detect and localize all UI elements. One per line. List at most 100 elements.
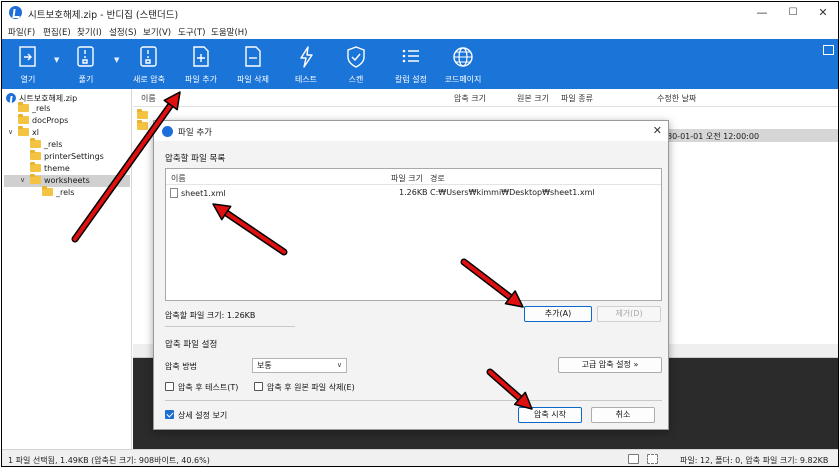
collapse-chevron-icon[interactable]: ∨ — [8, 128, 13, 136]
extract-icon — [77, 46, 94, 67]
column-path[interactable]: 경로 — [430, 173, 445, 184]
table-row[interactable]: 80-01-01 오전 12:00:00 — [664, 129, 838, 142]
open-button[interactable]: 열기 — [8, 43, 48, 87]
tree-item-root[interactable]: 시트보호해제.zip — [6, 91, 77, 103]
column-file-size[interactable]: 파일 크기 — [391, 173, 423, 184]
add-button[interactable]: 추가(A) — [524, 306, 592, 322]
cancel-button[interactable]: 취소 — [591, 407, 655, 423]
folder-icon — [30, 138, 41, 148]
extract-button[interactable]: 풀기 — [66, 43, 106, 87]
tree-item-label: _rels — [44, 140, 63, 149]
remove-button[interactable]: 제거(D) — [597, 306, 661, 322]
row-modified-date: 80-01-01 오전 12:00:00 — [667, 132, 760, 141]
archive-icon — [6, 93, 16, 103]
column-settings-icon — [402, 49, 419, 63]
menu-edit[interactable]: 편집(E) — [43, 26, 71, 38]
tree-item-xl-rels[interactable]: _rels — [30, 138, 63, 151]
column-compressed-size[interactable]: 압축 크기 — [454, 93, 486, 104]
folder-icon — [30, 174, 41, 184]
chevron-down-icon: ∨ — [336, 361, 342, 369]
extract-dropdown-chevron-icon[interactable]: ▼ — [114, 56, 119, 64]
test-after-label[interactable]: 압축 후 테스트(T) — [178, 382, 238, 393]
column-original-size[interactable]: 원본 크기 — [517, 93, 549, 104]
new-archive-icon — [140, 46, 157, 67]
column-name[interactable]: 이름 — [141, 93, 156, 104]
ribbon-collapse-icon[interactable] — [823, 45, 834, 55]
divider — [165, 400, 662, 401]
tree-item-docprops[interactable]: docProps — [18, 114, 69, 127]
folder-icon — [30, 150, 41, 160]
divider — [165, 326, 295, 327]
column-modified-date[interactable]: 수정한 날짜 — [657, 93, 696, 104]
column-settings-label: 칼럼 설정 — [395, 75, 427, 84]
close-button[interactable]: ✕ — [808, 4, 838, 22]
tree-item-label: theme — [44, 164, 70, 173]
tree-item-xl[interactable]: xl — [18, 126, 39, 139]
file-icon — [170, 188, 178, 198]
tree-item-label: xl — [32, 128, 39, 137]
tree-item-label: printerSettings — [44, 152, 104, 161]
new-archive-label: 새로 압축 — [133, 75, 165, 84]
tree-item-printersettings[interactable]: printerSettings — [30, 150, 104, 163]
delete-after-checkbox[interactable] — [254, 382, 263, 391]
open-label: 열기 — [20, 75, 36, 84]
menu-find[interactable]: 찾기(I) — [77, 26, 102, 38]
column-settings-button[interactable]: 칼럼 설정 — [388, 43, 434, 87]
test-button[interactable]: 테스트 — [286, 43, 326, 87]
add-file-label: 파일 추가 — [185, 75, 217, 84]
tree-item-label: worksheets — [44, 176, 90, 185]
codepage-button[interactable]: 코드페이지 — [440, 43, 486, 87]
start-compression-button[interactable]: 압축 시작 — [518, 407, 582, 423]
maximize-button[interactable]: ☐ — [778, 4, 808, 22]
advanced-settings-button[interactable]: 고급 압축 설정 » — [558, 357, 662, 373]
folder-icon — [137, 120, 148, 130]
delete-file-button[interactable]: 파일 삭제 — [230, 43, 276, 87]
tree-item-theme[interactable]: theme — [30, 162, 70, 175]
dialog-title-bar: 파일 추가 ✕ — [154, 121, 668, 141]
codepage-globe-icon — [453, 47, 473, 67]
file-row-size: 1.26KB — [399, 188, 428, 197]
tree-item-rels[interactable]: _rels — [18, 102, 51, 115]
tree-item-worksheets-rels[interactable]: _rels — [42, 186, 75, 199]
menu-help[interactable]: 도움말(H) — [211, 26, 247, 38]
show-details-checkbox[interactable] — [165, 410, 174, 419]
collapse-chevron-icon[interactable]: ∨ — [20, 176, 25, 184]
test-label: 테스트 — [294, 75, 318, 84]
delete-after-label[interactable]: 압축 후 원본 파일 삭제(E) — [267, 382, 355, 393]
new-archive-button[interactable]: 새로 압축 — [126, 43, 172, 87]
folder-tree: 시트보호해제.zip _rels docProps ∨ xl _rels pri… — [2, 89, 132, 449]
test-after-checkbox[interactable] — [165, 382, 174, 391]
tree-item-label: _rels — [32, 104, 51, 113]
menu-tools[interactable]: 도구(T) — [178, 26, 205, 38]
bandizip-window: 시트보호해제.zip - 반디집 (스탠더드) — ☐ ✕ 파일(F) 편집(E… — [1, 1, 839, 467]
add-file-dialog: 파일 추가 ✕ 압축할 파일 목록 이름 파일 크기 경로 sheet1.xml… — [153, 120, 669, 430]
method-label: 압축 방법 — [165, 362, 197, 371]
file-list-section-label: 압축할 파일 목록 — [165, 154, 226, 164]
tree-item-label: docProps — [32, 116, 69, 125]
show-details-label[interactable]: 상세 설정 보기 — [178, 410, 227, 421]
codepage-label: 코드페이지 — [444, 75, 482, 84]
tree-item-label: _rels — [56, 188, 75, 197]
menu-view[interactable]: 보기(V) — [143, 26, 171, 38]
compression-method-select[interactable]: 보통 ∨ — [252, 358, 347, 373]
file-row-name[interactable]: sheet1.xml — [170, 188, 226, 198]
folder-icon — [18, 126, 29, 136]
folder-icon — [18, 102, 29, 112]
folder-icon — [30, 162, 41, 172]
column-name[interactable]: 이름 — [171, 173, 186, 184]
files-to-compress-list[interactable]: 이름 파일 크기 경로 sheet1.xml 1.26KB C:₩Users₩k… — [165, 168, 662, 301]
view-icon[interactable] — [628, 454, 639, 464]
toolbar-ribbon: 열기 ▼ 풀기 ▼ 새로 압축 파일 추가 파일 삭제 테스트 스캔 칼럼 설정… — [2, 39, 838, 89]
column-file-type[interactable]: 파일 종류 — [561, 93, 593, 104]
scan-button[interactable]: 스캔 — [336, 43, 376, 87]
minimize-button[interactable]: — — [747, 4, 777, 22]
layout-icon[interactable] — [647, 454, 658, 464]
dialog-close-button[interactable]: ✕ — [653, 124, 662, 137]
folder-icon — [42, 186, 53, 196]
test-icon — [300, 46, 313, 68]
file-name: sheet1.xml — [181, 189, 226, 198]
open-dropdown-chevron-icon[interactable]: ▼ — [54, 56, 59, 64]
menu-settings[interactable]: 설정(S) — [109, 26, 137, 38]
add-file-button[interactable]: 파일 추가 — [178, 43, 224, 87]
menu-file[interactable]: 파일(F) — [8, 26, 35, 38]
